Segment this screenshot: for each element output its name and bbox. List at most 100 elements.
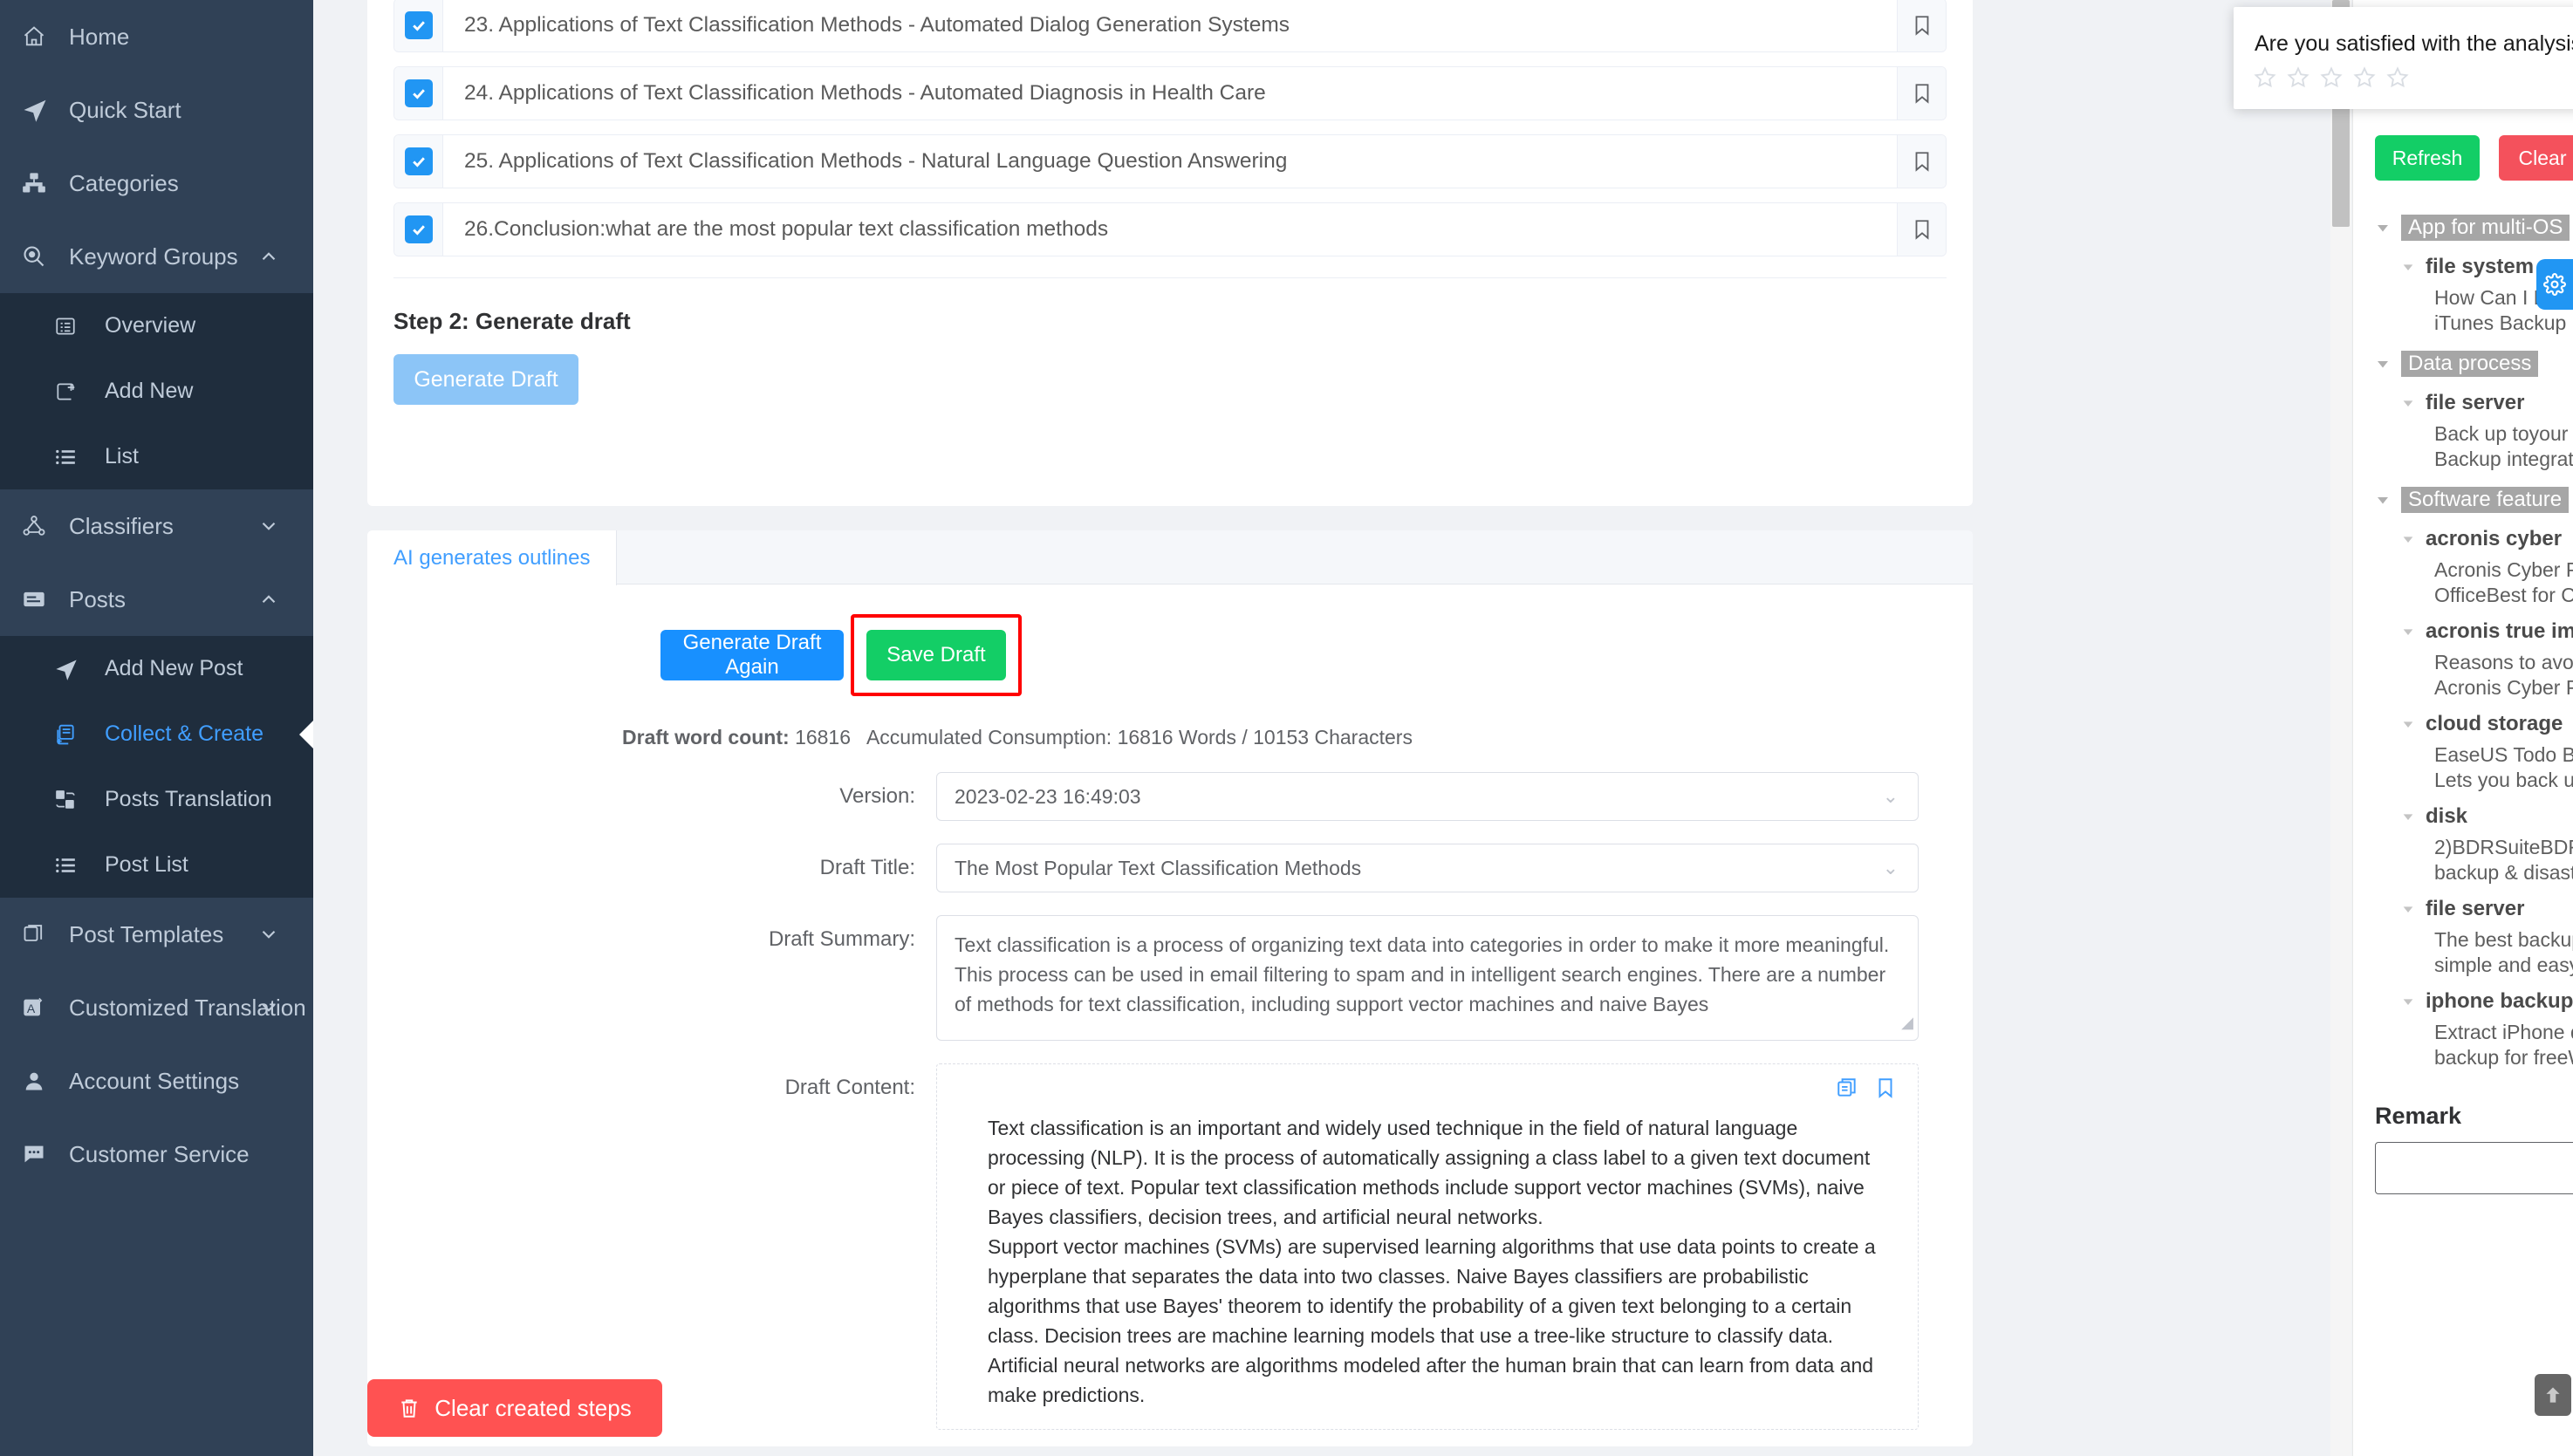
sidebar-item-post-templates[interactable]: Post Templates: [0, 898, 313, 971]
tree-keyword[interactable]: cloud storage: [2375, 709, 2573, 739]
chevron-up-icon: [257, 588, 280, 611]
tree-keyword-label: cloud storage: [2426, 712, 2563, 735]
bookmark-icon[interactable]: [1897, 67, 1946, 120]
tab-ai-generates-outlines[interactable]: AI generates outlines: [367, 530, 618, 585]
tree-snippet-text: Reasons to avoid- Increases boot time Ac…: [2434, 651, 2573, 699]
tree-snippet-row[interactable]: The best backup software makes it simple…: [2375, 927, 2573, 978]
triangle-down-icon[interactable]: [2401, 902, 2415, 916]
checkbox-checked-icon[interactable]: [404, 147, 433, 175]
triangle-down-icon[interactable]: [2375, 356, 2391, 372]
triangle-down-icon[interactable]: [2375, 492, 2391, 508]
sidebar-item-account-settings[interactable]: Account Settings: [0, 1044, 313, 1118]
draft-title-select[interactable]: The Most Popular Text Classification Met…: [936, 844, 1919, 892]
sidebar-item-posts[interactable]: Posts: [0, 563, 313, 636]
star-icon[interactable]: [2352, 65, 2377, 90]
tree-snippet-row[interactable]: Acronis Cyber Protect Home OfficeBest fo…: [2375, 557, 2573, 608]
generate-draft-button[interactable]: Generate Draft: [393, 354, 578, 405]
tree-keyword-label: disk: [2426, 804, 2468, 828]
clear-created-steps-button[interactable]: Clear created steps: [367, 1379, 662, 1437]
bookmark-icon[interactable]: [1897, 203, 1946, 256]
posts-icon: [22, 587, 62, 612]
sidebar-item-posts-translation[interactable]: Posts Translation: [0, 767, 313, 832]
triangle-down-icon[interactable]: [2401, 532, 2415, 546]
tree-keyword[interactable]: file server: [2375, 388, 2573, 418]
sidebar-item-classifiers[interactable]: Classifiers: [0, 489, 313, 563]
tree-snippet-row[interactable]: EaseUS Todo BackupWhat We Like Lets you …: [2375, 742, 2573, 793]
tree-keyword[interactable]: acronis cyber: [2375, 524, 2573, 554]
gear-icon: [2543, 273, 2566, 296]
sidebar-item-collect-create[interactable]: Collect & Create: [0, 701, 313, 767]
overview-icon: [54, 315, 94, 338]
tree-keyword-label: iphone backup extractor: [2426, 989, 2573, 1013]
outline-checkbox-cell[interactable]: [394, 0, 443, 51]
star-icon[interactable]: [2385, 65, 2410, 90]
tree-snippet-row[interactable]: Back up toyour owncloud account.Arq Back…: [2375, 421, 2573, 472]
sidebar-item-label: Collect & Create: [105, 721, 264, 746]
triangle-down-icon[interactable]: [2401, 810, 2415, 824]
bookmark-icon[interactable]: [1897, 135, 1946, 188]
tree-snippet-row[interactable]: 2)BDRSuiteBDRSuite is a complete backup …: [2375, 835, 2573, 885]
save-draft-button[interactable]: Save Draft: [866, 630, 1006, 680]
settings-float-button[interactable]: [2536, 259, 2573, 310]
refresh-button[interactable]: Refresh: [2375, 135, 2480, 181]
bookmark-icon[interactable]: [1897, 0, 1946, 51]
sidebar-item-list[interactable]: List: [0, 424, 313, 489]
bookmark-icon[interactable]: [1874, 1077, 1897, 1099]
triangle-down-icon[interactable]: [2401, 995, 2415, 1008]
sidebar-item-post-list[interactable]: Post List: [0, 832, 313, 898]
checkbox-checked-icon[interactable]: [404, 215, 433, 243]
outline-checkbox-cell[interactable]: [394, 135, 443, 188]
review-star-rating[interactable]: [2253, 65, 2573, 90]
triangle-down-icon[interactable]: [2401, 260, 2415, 274]
review-popup: Are you satisfied with the analysis resu…: [2234, 7, 2573, 109]
triangle-down-icon[interactable]: [2401, 625, 2415, 639]
sidebar-item-add-new-post[interactable]: Add New Post: [0, 636, 313, 701]
remark-textarea[interactable]: ◢: [2375, 1142, 2573, 1194]
sidebar-item-add-new[interactable]: Add New: [0, 359, 313, 424]
generate-draft-again-button[interactable]: Generate Draft Again: [660, 630, 844, 680]
triangle-down-icon[interactable]: [2401, 396, 2415, 410]
tree-keyword[interactable]: iphone backup extractor: [2375, 987, 2573, 1016]
sidebar-item-categories[interactable]: Categories: [0, 147, 313, 220]
sidebar-item-keyword-groups[interactable]: Keyword Groups: [0, 220, 313, 293]
star-icon[interactable]: [2319, 65, 2344, 90]
outline-row-text: 23. Applications of Text Classification …: [464, 13, 1290, 37]
sidebar-item-quick-start[interactable]: Quick Start: [0, 73, 313, 147]
outline-row[interactable]: 26.Conclusion:what are the most popular …: [393, 202, 1947, 256]
resize-grip-icon[interactable]: ◢: [1901, 1008, 1913, 1037]
sidebar-item-home[interactable]: Home: [0, 0, 313, 73]
draft-content-box[interactable]: Text classification is an important and …: [936, 1063, 1919, 1430]
tree-group-header[interactable]: Software feature: [2375, 484, 2573, 516]
tree-snippet-row[interactable]: Reasons to avoid- Increases boot time Ac…: [2375, 650, 2573, 701]
version-select[interactable]: 2023-02-23 16:49:03 ⌄: [936, 772, 1919, 821]
copy-icon[interactable]: [1836, 1077, 1858, 1099]
draft-content-text: Text classification is an important and …: [988, 1113, 1900, 1410]
tree-group-header[interactable]: Data process: [2375, 348, 2573, 379]
triangle-down-icon[interactable]: [2375, 220, 2391, 236]
draft-summary-label: Draft Summary:: [768, 927, 915, 951]
sidebar-item-customized-translation[interactable]: A Customized Translation: [0, 971, 313, 1044]
sidebar-item-customer-service[interactable]: Customer Service: [0, 1118, 313, 1191]
outline-checkbox-cell[interactable]: [394, 67, 443, 120]
tree-keyword[interactable]: acronis true image: [2375, 617, 2573, 646]
scroll-to-top-button[interactable]: [2535, 1374, 2571, 1416]
checkbox-checked-icon[interactable]: [404, 79, 433, 107]
chevron-down-icon: [257, 923, 280, 946]
sidebar-item-overview[interactable]: Overview: [0, 293, 313, 359]
outline-checkbox-cell[interactable]: [394, 203, 443, 256]
star-icon[interactable]: [2253, 65, 2277, 90]
tree-keyword[interactable]: disk: [2375, 802, 2573, 831]
sitemap-icon: [22, 171, 62, 195]
clear-button[interactable]: Clear: [2499, 135, 2573, 181]
tree-group-header[interactable]: App for multi-OS: [2375, 212, 2573, 243]
tree-snippet-row[interactable]: Extract iPhone data from iTunes backup f…: [2375, 1020, 2573, 1070]
draft-summary-row: Draft Summary: Text classification is a …: [367, 915, 1973, 1041]
outline-row[interactable]: 24. Applications of Text Classification …: [393, 66, 1947, 120]
tree-keyword[interactable]: file server: [2375, 894, 2573, 924]
outline-row[interactable]: 23. Applications of Text Classification …: [393, 0, 1947, 52]
triangle-down-icon[interactable]: [2401, 717, 2415, 731]
checkbox-checked-icon[interactable]: [404, 11, 433, 39]
draft-summary-textarea[interactable]: Text classification is a process of orga…: [936, 915, 1919, 1041]
outline-row[interactable]: 25. Applications of Text Classification …: [393, 134, 1947, 188]
star-icon[interactable]: [2286, 65, 2310, 90]
